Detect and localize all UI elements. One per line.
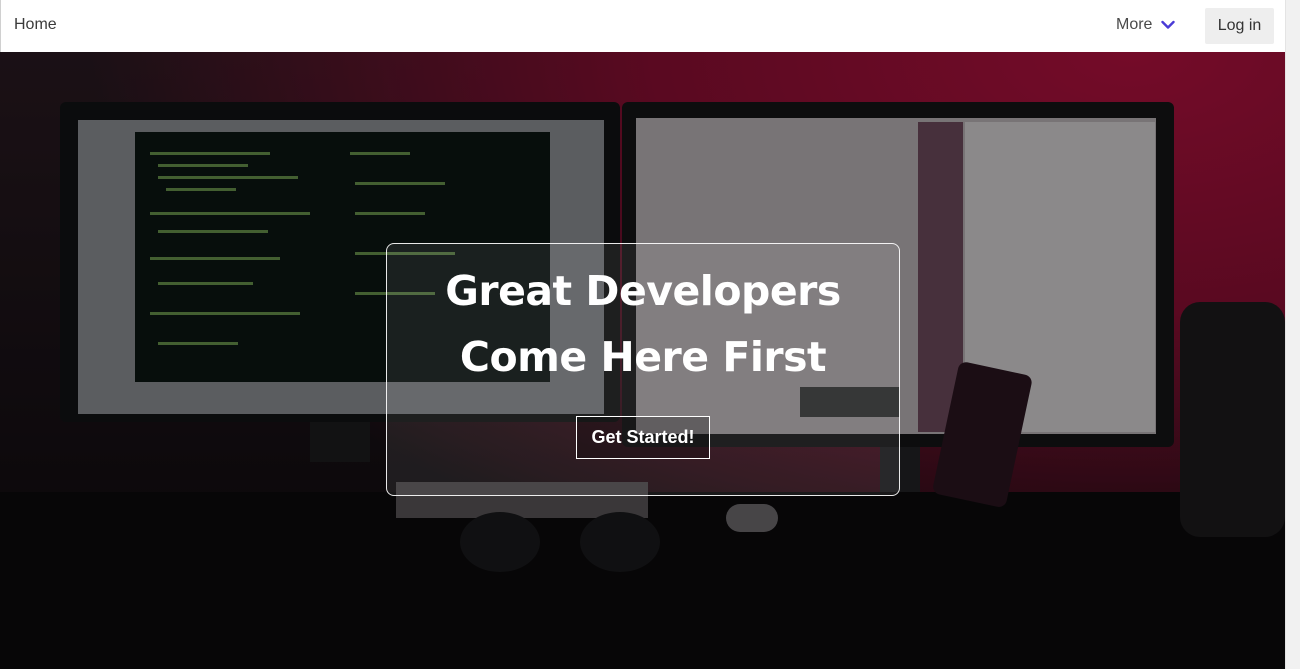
login-button[interactable]: Log in [1205,8,1274,44]
nav-home-link[interactable]: Home [14,16,57,34]
hero-card: Great Developers Come Here First Get Sta… [386,243,900,496]
nav-more-dropdown[interactable]: More [1116,16,1176,34]
chevron-down-icon [1161,20,1176,29]
nav-more-label: More [1116,16,1153,33]
hero-headline: Great Developers Come Here First [445,267,841,381]
get-started-button[interactable]: Get Started! [576,416,710,459]
hero-section: Great Developers Come Here First Get Sta… [0,52,1285,669]
top-navbar: Home More Log in [0,0,1285,52]
page-scrollbar[interactable] [1285,0,1300,669]
